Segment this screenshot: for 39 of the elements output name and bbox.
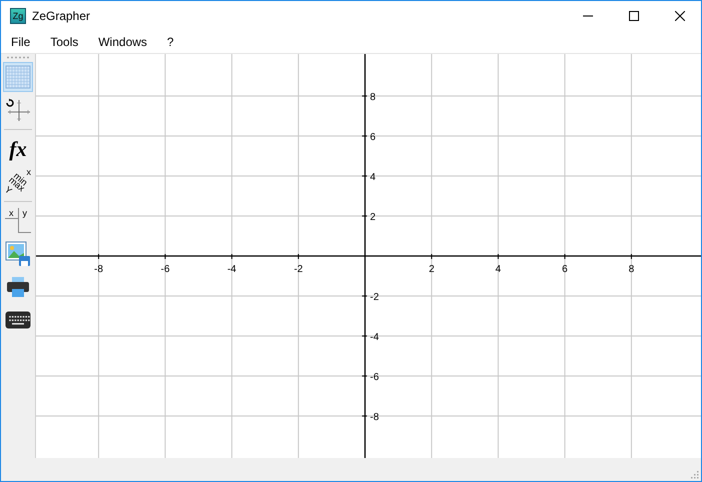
menu-item[interactable]: File	[9, 34, 32, 50]
y-tick-label: -2	[370, 292, 379, 303]
y-tick-label: 4	[370, 172, 376, 183]
function-button[interactable]: fx	[3, 134, 33, 164]
printer-icon	[6, 276, 30, 298]
x-tick-label: -4	[227, 264, 236, 275]
window-title: ZeGrapher	[32, 9, 90, 23]
close-icon[interactable]	[675, 11, 685, 21]
app-icon: Zg	[10, 8, 26, 24]
y-tick-label: 2	[370, 212, 376, 223]
menu-item[interactable]: Tools	[48, 34, 80, 50]
image-button[interactable]	[3, 239, 33, 269]
menu-item[interactable]: ?	[165, 34, 176, 50]
x-tick-label: -2	[294, 264, 303, 275]
x-tick-label: -6	[160, 264, 170, 275]
y-tick-label: 8	[370, 92, 376, 103]
x-tick-label: 4	[495, 264, 501, 275]
y-tick-label: -4	[370, 332, 379, 343]
y-tick-label: -6	[370, 372, 379, 383]
axes-icon	[5, 98, 31, 122]
graph-plot[interactable]: -8 -6 -4 -2 2 4 6 8 -8 -6 -4 -2 2 4 6 8	[36, 54, 701, 458]
column-label: y	[18, 208, 31, 233]
maximize-icon[interactable]	[629, 11, 639, 21]
x-tick-label: -8	[94, 264, 104, 275]
x-tick-label: 6	[562, 264, 568, 275]
table-button[interactable]: x y	[3, 206, 33, 236]
grip-icon	[6, 56, 30, 59]
bound-label: x	[26, 168, 31, 177]
y-tick-label: 6	[370, 132, 376, 143]
y-tick-label: -8	[370, 412, 379, 423]
x-tick-label: 8	[628, 264, 634, 275]
grid-icon	[5, 65, 31, 89]
bounds-button[interactable]: x min max Y	[3, 167, 33, 197]
column-label: x	[5, 208, 18, 219]
keyboard-icon	[5, 311, 31, 329]
save-image-icon	[5, 241, 31, 267]
x-tick-label: 2	[428, 264, 434, 275]
menu-item[interactable]: Windows	[96, 34, 150, 50]
resize-grip-icon[interactable]	[689, 469, 699, 479]
